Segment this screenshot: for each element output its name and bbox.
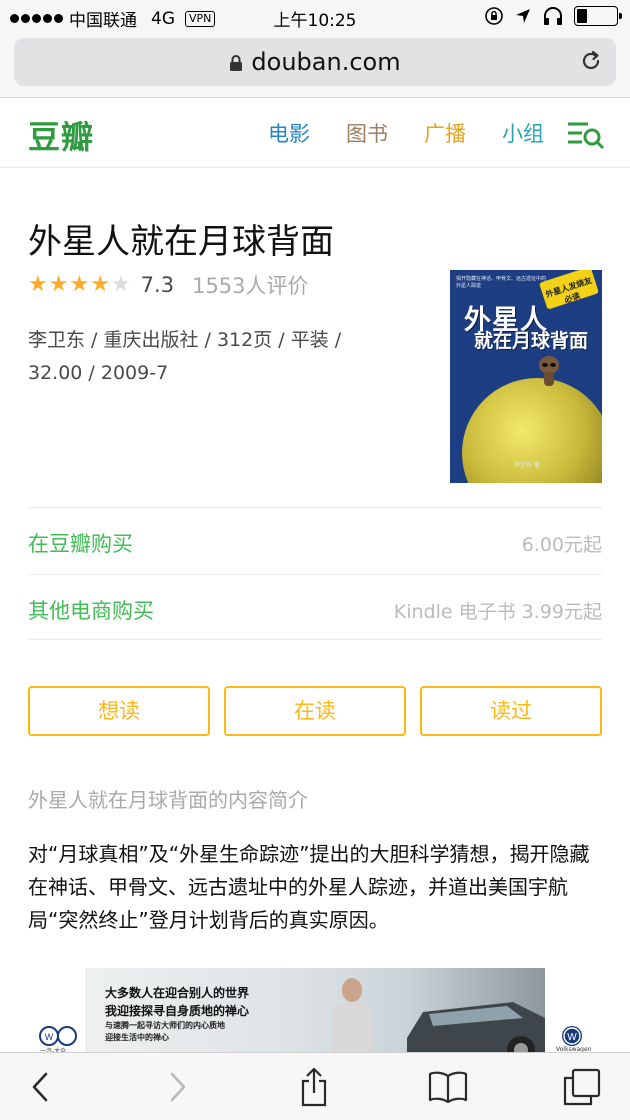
intro-body: 对“月球真相”及“外星生命踪迹”提出的大胆科学猜想，揭开隐藏在神话、甲骨文、远古… [28, 842, 590, 932]
svg-text:W: W [567, 1032, 577, 1043]
browser-bottom-toolbar [0, 1052, 630, 1120]
status-bar: 中国联通 4G VPN 上午10:25 [0, 0, 630, 34]
buy-on-douban-label: 在豆瓣购买 [28, 532, 133, 556]
orientation-lock-icon [485, 7, 503, 25]
rating-row: ★ ★ ★ ★ ★ 7.3 1553人评价 [28, 270, 309, 300]
status-right [484, 6, 622, 26]
book-title: 外星人就在月球背面 [28, 222, 334, 262]
buy-other-stores-label: 其他电商购买 [28, 599, 154, 623]
nav-broadcast[interactable]: 广播 [424, 118, 466, 148]
browser-toolbar: douban.com [0, 34, 630, 98]
tabs-icon [563, 1068, 601, 1106]
chevron-left-icon [32, 1072, 48, 1102]
battery-level [577, 9, 587, 23]
reload-icon[interactable] [578, 48, 604, 74]
svg-text:W: W [45, 1032, 54, 1042]
battery-icon [574, 6, 622, 26]
share-button[interactable] [294, 1067, 334, 1107]
ad-subline-2: 迎接生活中的禅心 [105, 1033, 169, 1042]
ad-banner[interactable]: 大多数人在迎合别人的世界 我迎接探寻自身质地的禅心 与速腾一起寻访大师们的内心质… [85, 968, 545, 1058]
ad-person-illustration [331, 978, 373, 1058]
location-icon [516, 9, 530, 23]
book-cover[interactable]: 揭开隐藏在神话、甲骨文、远古遗址中的外星人踪迹 外星人发烧友必读 外星人 就在月… [450, 270, 602, 483]
rating-stars: ★ ★ ★ ★ ★ [28, 274, 131, 296]
bookmarks-button[interactable] [428, 1067, 468, 1107]
nav-group[interactable]: 小组 [502, 118, 544, 148]
cover-tagline: 揭开隐藏在神话、甲骨文、远古遗址中的外星人踪迹 [456, 276, 547, 289]
nav-book[interactable]: 图书 [346, 118, 388, 148]
ad-subline-1: 与速腾一起寻访大师们的内心质地 [105, 1021, 225, 1030]
book-meta-line1: 李卫东 / 重庆出版社 / 312页 / 平装 / [28, 329, 342, 351]
rating-value: 7.3 [140, 273, 175, 297]
star-icon: ★ [69, 272, 90, 297]
ad-headline-1: 大多数人在迎合别人的世界 [105, 986, 250, 1000]
star-icon: ★ [90, 272, 110, 297]
star-icon: ★ [48, 272, 69, 297]
chevron-right-icon [170, 1072, 186, 1102]
site-header: 豆瓣 电影 图书 广播 小组 [0, 98, 630, 168]
menu-search-icon[interactable] [566, 120, 606, 150]
url-bar[interactable]: douban.com [14, 38, 616, 86]
buy-other-stores-price: Kindle 电子书 3.99元起 [393, 601, 602, 623]
star-icon: ★ [28, 272, 48, 297]
forward-button[interactable] [158, 1067, 198, 1107]
book-meta-line2: 32.00 / 2009-7 [28, 362, 169, 384]
lock-icon [230, 55, 243, 71]
reading-button[interactable]: 在读 [224, 686, 406, 736]
star-icon: ★ [110, 272, 131, 297]
cover-author: 李卫东 著 [514, 462, 540, 469]
headphones-icon [544, 7, 562, 25]
url-display: douban.com [14, 48, 616, 76]
tabs-button[interactable] [562, 1067, 602, 1107]
buy-on-douban-row[interactable]: 在豆瓣购买 6.00元起 [28, 507, 602, 573]
want-to-read-button[interactable]: 想读 [28, 686, 210, 736]
intro-heading: 外星人就在月球背面的内容简介 [28, 788, 308, 812]
douban-logo[interactable]: 豆瓣 [28, 112, 94, 158]
cover-title-line2: 就在月球背面 [474, 330, 589, 352]
share-icon [301, 1067, 327, 1107]
buy-other-stores-row[interactable]: 其他电商购买 Kindle 电子书 3.99元起 [28, 574, 602, 640]
ad-car-illustration [407, 1002, 545, 1058]
back-button[interactable] [20, 1067, 60, 1107]
cover-alien-illustration [539, 356, 559, 386]
buy-on-douban-price: 6.00元起 [521, 534, 602, 556]
book-meta: 李卫东 / 重庆出版社 / 312页 / 平装 / 32.00 / 2009-7 [28, 324, 408, 390]
url-text: douban.com [251, 48, 401, 76]
book-open-icon [428, 1071, 468, 1104]
main-nav: 电影 图书 广播 小组 [268, 118, 544, 148]
ad-headline-2: 我迎接探寻自身质地的禅心 [105, 1004, 250, 1018]
volkswagen-logo-icon: W [562, 1026, 582, 1046]
have-read-button[interactable]: 读过 [420, 686, 602, 736]
nav-movie[interactable]: 电影 [268, 118, 310, 148]
rating-count[interactable]: 1553人评价 [192, 270, 308, 300]
